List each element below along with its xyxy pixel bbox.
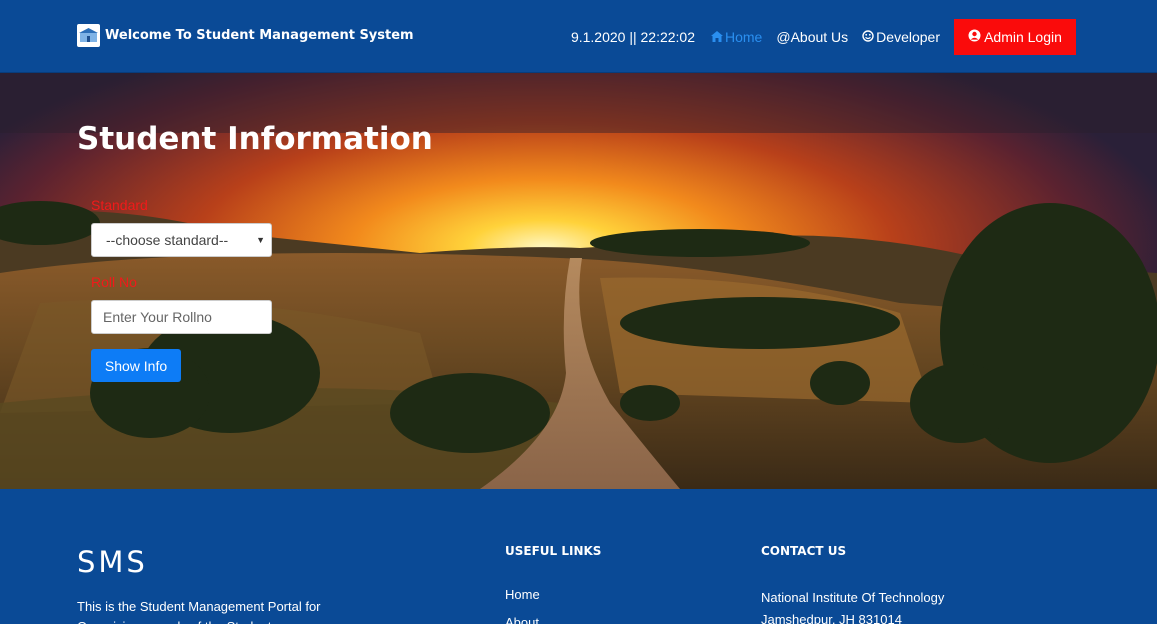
footer: SMS This is the Student Management Porta… <box>0 489 1157 624</box>
nav-about[interactable]: @About Us <box>776 29 848 45</box>
contact-address-line-2: Jamshedpur, JH 831014 <box>761 612 902 624</box>
nav-developer[interactable]: Developer <box>862 29 940 45</box>
nav-home[interactable]: Home <box>711 29 762 45</box>
rollno-placeholder: Enter Your Rollno <box>103 309 212 325</box>
footer-brand: SMS <box>77 545 148 579</box>
page-title: Student Information <box>77 121 433 157</box>
footer-link-home[interactable]: Home <box>505 587 540 602</box>
useful-links-heading: USEFUL LINKS <box>505 544 602 558</box>
top-navbar: Welcome To Student Management System 9.1… <box>0 0 1157 73</box>
standard-select[interactable]: --choose standard-- ▼ <box>91 223 272 257</box>
rollno-label: Roll No <box>91 274 137 290</box>
brand[interactable]: Welcome To Student Management System <box>77 24 414 47</box>
footer-about-text: This is the Student Management Portal fo… <box>77 599 321 624</box>
user-circle-icon <box>968 29 981 45</box>
standard-label: Standard <box>91 197 148 213</box>
admin-login-button[interactable]: Admin Login <box>954 19 1076 55</box>
nav-home-label: Home <box>725 29 763 45</box>
admin-login-label: Admin Login <box>984 29 1062 45</box>
nav-about-label: @About Us <box>776 29 849 45</box>
hero-section: Student Information Standard --choose st… <box>0 73 1157 489</box>
show-info-button[interactable]: Show Info <box>91 349 181 382</box>
brand-title: Welcome To Student Management System <box>105 28 414 43</box>
nav-developer-label: Developer <box>876 29 940 45</box>
rollno-input[interactable]: Enter Your Rollno <box>91 300 272 334</box>
home-icon <box>711 29 723 45</box>
main-nav: 9.1.2020 || 22:22:02 Home @About Us Deve… <box>571 19 1076 55</box>
clock-readout: 9.1.2020 || 22:22:02 <box>570 29 695 45</box>
chevron-down-icon: ▼ <box>256 235 265 245</box>
school-logo-icon <box>77 24 100 47</box>
contact-heading: CONTACT US <box>761 544 847 558</box>
smiley-icon <box>862 29 874 45</box>
standard-select-value: --choose standard-- <box>106 232 229 248</box>
contact-address-line-1: National Institute Of Technology <box>761 590 945 605</box>
footer-link-about[interactable]: About <box>505 615 539 624</box>
